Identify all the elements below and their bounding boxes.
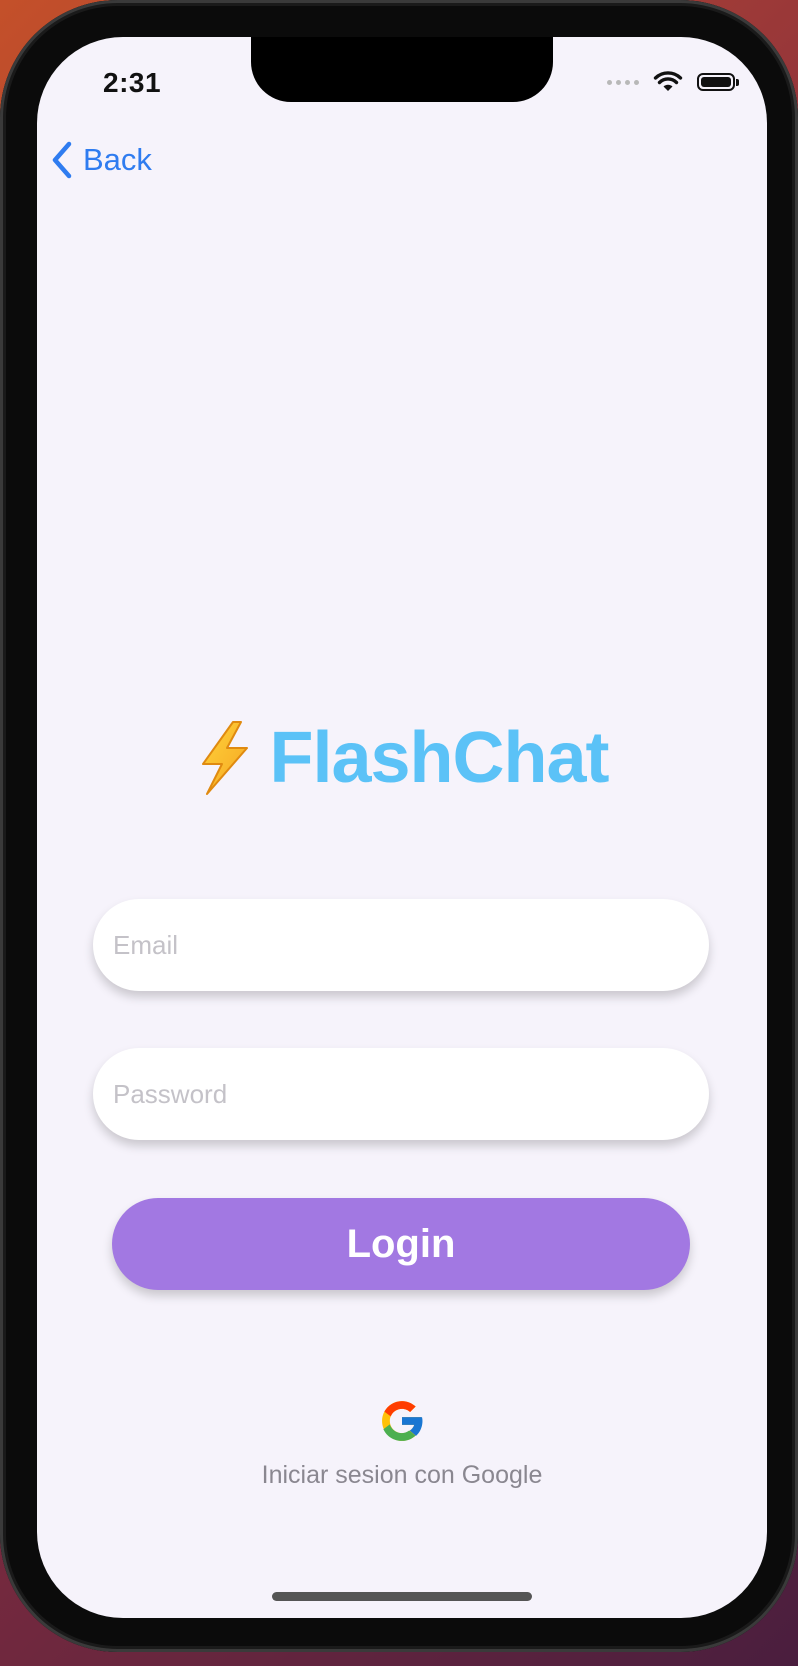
wifi-icon — [653, 71, 683, 91]
login-label: Login — [346, 1221, 456, 1266]
app-screen: 2:31 Back FlashChat Email Login Iniciar … — [37, 37, 767, 1618]
chevron-left-icon — [52, 141, 72, 179]
back-button[interactable]: Back — [51, 141, 152, 179]
password-field[interactable] — [93, 1048, 709, 1140]
email-field[interactable] — [93, 899, 709, 991]
lightning-bolt-icon — [202, 721, 249, 795]
battery-icon — [697, 73, 739, 91]
status-icons — [607, 71, 739, 93]
google-logo-icon — [382, 1401, 424, 1441]
home-indicator[interactable] — [272, 1592, 532, 1601]
google-signin-button[interactable]: Iniciar sesion con Google — [37, 1395, 767, 1490]
status-time: 2:31 — [103, 67, 162, 98]
phone-frame: 2:31 Back FlashChat Email Login Iniciar … — [0, 0, 798, 1652]
device-notch — [251, 37, 553, 102]
google-signin-label: Iniciar sesion con Google — [261, 1461, 543, 1489]
cellular-signal-icon — [607, 79, 639, 85]
login-button[interactable]: Login — [112, 1198, 690, 1290]
app-logo: FlashChat — [37, 717, 767, 799]
app-title: FlashChat — [269, 718, 609, 798]
back-label: Back — [83, 142, 152, 177]
